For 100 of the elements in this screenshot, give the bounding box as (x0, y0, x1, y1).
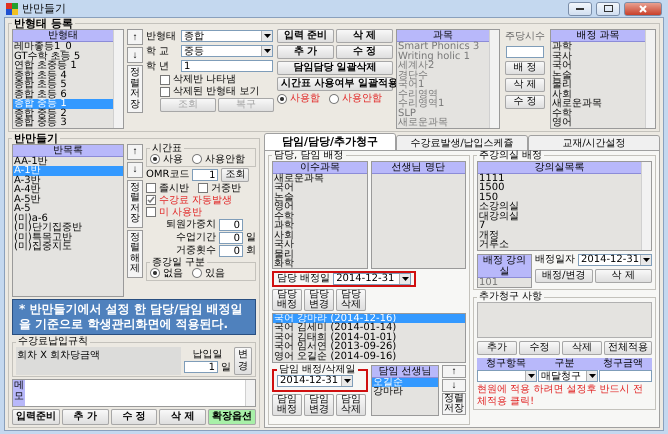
list-item[interactable]: 국어 (273, 183, 366, 192)
sort-button[interactable]: 정렬해제 (127, 230, 143, 278)
list-item[interactable]: 논술 (551, 70, 645, 80)
list-item[interactable]: 레마좋등1_0 (13, 42, 113, 52)
list-item[interactable]: 7 (478, 221, 641, 230)
input-field[interactable]: 0 (219, 218, 243, 230)
list-item[interactable]: 종합 중등 2 (13, 108, 113, 118)
list-item[interactable]: 사회 (273, 230, 366, 240)
list-item[interactable]: (미)집중지도 (13, 242, 123, 252)
list-item[interactable]: 과학 (551, 42, 645, 52)
action-button[interactable]: 수 정 (505, 95, 545, 109)
list-item[interactable]: A-3반 (13, 176, 123, 185)
list-item[interactable]: 150 (478, 192, 641, 202)
action-button[interactable]: 담당 삭제 (336, 288, 366, 310)
dropdown[interactable]: 2014-12-31 (578, 254, 652, 266)
list-item[interactable]: 연합 초중등 1 (13, 61, 113, 70)
list-item[interactable]: 개정 (478, 230, 641, 240)
input-field[interactable]: 1 (181, 60, 273, 72)
action-button[interactable]: 추가 (477, 341, 518, 355)
checkbox[interactable] (160, 86, 170, 96)
list-item[interactable]: 사회 (551, 90, 645, 99)
sort-button[interactable]: ↑ (127, 29, 143, 45)
list-item[interactable]: 수학 (273, 212, 366, 221)
list-item[interactable]: 대강의실 (478, 212, 641, 221)
radio-button[interactable] (329, 94, 339, 104)
list-item[interactable]: 영어 (273, 202, 366, 212)
action-button[interactable]: 입력 준비 (277, 29, 334, 43)
action-button[interactable]: 삭 제 (336, 29, 393, 43)
checkbox[interactable] (198, 183, 208, 193)
input-field[interactable] (599, 370, 652, 382)
action-button[interactable]: 담임 배정 (272, 394, 302, 416)
tab[interactable]: 담임/담당/추가청구 (264, 132, 396, 150)
dropdown[interactable]: 종합 (181, 30, 273, 42)
action-button[interactable]: 담당 배정 (272, 288, 302, 310)
close-button[interactable] (624, 2, 662, 16)
list-item[interactable]: 국어 김태희 (2014-01-01) (273, 332, 465, 342)
action-button[interactable]: 배정/변경 (535, 268, 592, 282)
sort-button[interactable]: 정렬저장 (442, 392, 466, 414)
input-field[interactable] (506, 46, 544, 58)
action-button[interactable]: 추 가 (62, 409, 109, 425)
list-item[interactable]: 새로운과목 (273, 174, 366, 183)
input-field[interactable]: 0 (219, 244, 243, 256)
list-item[interactable]: 국어 임서연 (2013-09-26) (273, 342, 465, 352)
list-item[interactable]: 영어 오길순 (2014-09-16) (273, 352, 465, 361)
list-item[interactable]: (미)a-6 (13, 214, 123, 223)
sort-button[interactable]: ↑ (442, 364, 466, 378)
sort-button[interactable]: ↓ (127, 47, 143, 63)
list-item[interactable]: 거루소 (478, 240, 641, 250)
list-item[interactable]: 물리 (551, 80, 645, 90)
input-field[interactable]: 0 (219, 232, 243, 244)
list-item[interactable]: (미)특목고반 (13, 232, 123, 242)
checkbox[interactable] (146, 207, 156, 217)
list-item[interactable]: 수리영역 (397, 90, 489, 99)
list-item[interactable]: 수리영역1 (397, 99, 489, 108)
list-item[interactable]: A-4반 (13, 185, 123, 194)
list-item[interactable]: 논술 (273, 192, 366, 202)
sort-button[interactable]: ↓ (127, 162, 143, 178)
list-item[interactable]: 국어 김세미 (2014-01-14) (273, 323, 465, 332)
dropdown[interactable]: 2014-12-31 (277, 374, 353, 386)
list-item[interactable]: 물리 (273, 250, 366, 259)
list-item[interactable]: 소강의실 (478, 202, 641, 212)
action-button[interactable]: 수 정 (110, 409, 158, 425)
list-item[interactable]: 화학 (273, 259, 366, 268)
action-button[interactable]: 담당 변경 (304, 288, 334, 310)
action-button[interactable]: 담임 삭제 (336, 394, 366, 416)
list-item[interactable]: 새로운과목 (551, 99, 645, 108)
sort-button[interactable]: 정렬저장 (127, 65, 143, 113)
list-item[interactable]: 경단수 (397, 70, 489, 80)
tab[interactable]: 수강료발생/납입스케쥴 (396, 134, 528, 150)
list-item[interactable]: A-5 (13, 204, 123, 214)
list-item[interactable]: GT수학 초등 5 (13, 52, 113, 61)
change-button[interactable]: 변경 (234, 347, 252, 375)
list-item[interactable]: 과학 (273, 221, 366, 230)
action-button[interactable]: 배 정 (505, 61, 545, 75)
input-field[interactable]: 1 (192, 168, 218, 180)
maximize-button[interactable] (596, 2, 620, 16)
action-button[interactable]: 삭제 (562, 341, 602, 355)
dropdown[interactable]: 매달청구 (538, 370, 598, 382)
list-item[interactable]: 수학 (551, 108, 645, 118)
list-item[interactable]: A-5반 (13, 194, 123, 204)
search-button[interactable]: 조회 (221, 168, 250, 182)
radio-button[interactable] (150, 154, 160, 164)
action-button[interactable]: 삭 제 (159, 409, 206, 425)
action-button[interactable]: 추 가 (277, 45, 334, 59)
action-button[interactable]: 삭 제 (505, 78, 545, 92)
list-item[interactable]: 1111 (478, 174, 641, 183)
sort-button[interactable]: ↑ (127, 144, 143, 160)
dropdown[interactable]: 중등 (181, 45, 273, 57)
action-button[interactable]: 담임 변경 (304, 394, 334, 416)
tab[interactable]: 교재/시간설정 (528, 134, 660, 150)
list-item[interactable]: 종합 초등 6 (13, 90, 113, 99)
checkbox[interactable] (146, 195, 156, 205)
list-item[interactable]: 국사 (273, 240, 366, 250)
radio-button[interactable] (192, 268, 202, 278)
checkbox[interactable] (146, 183, 156, 193)
sort-button[interactable]: 정렬저장 (127, 180, 143, 228)
action-button[interactable]: 수 정 (336, 45, 393, 59)
dropdown[interactable]: 2014-12-31 (333, 272, 412, 284)
action-button[interactable]: 확장옵션 (208, 409, 256, 425)
list-item[interactable]: 강마라 (372, 387, 438, 396)
